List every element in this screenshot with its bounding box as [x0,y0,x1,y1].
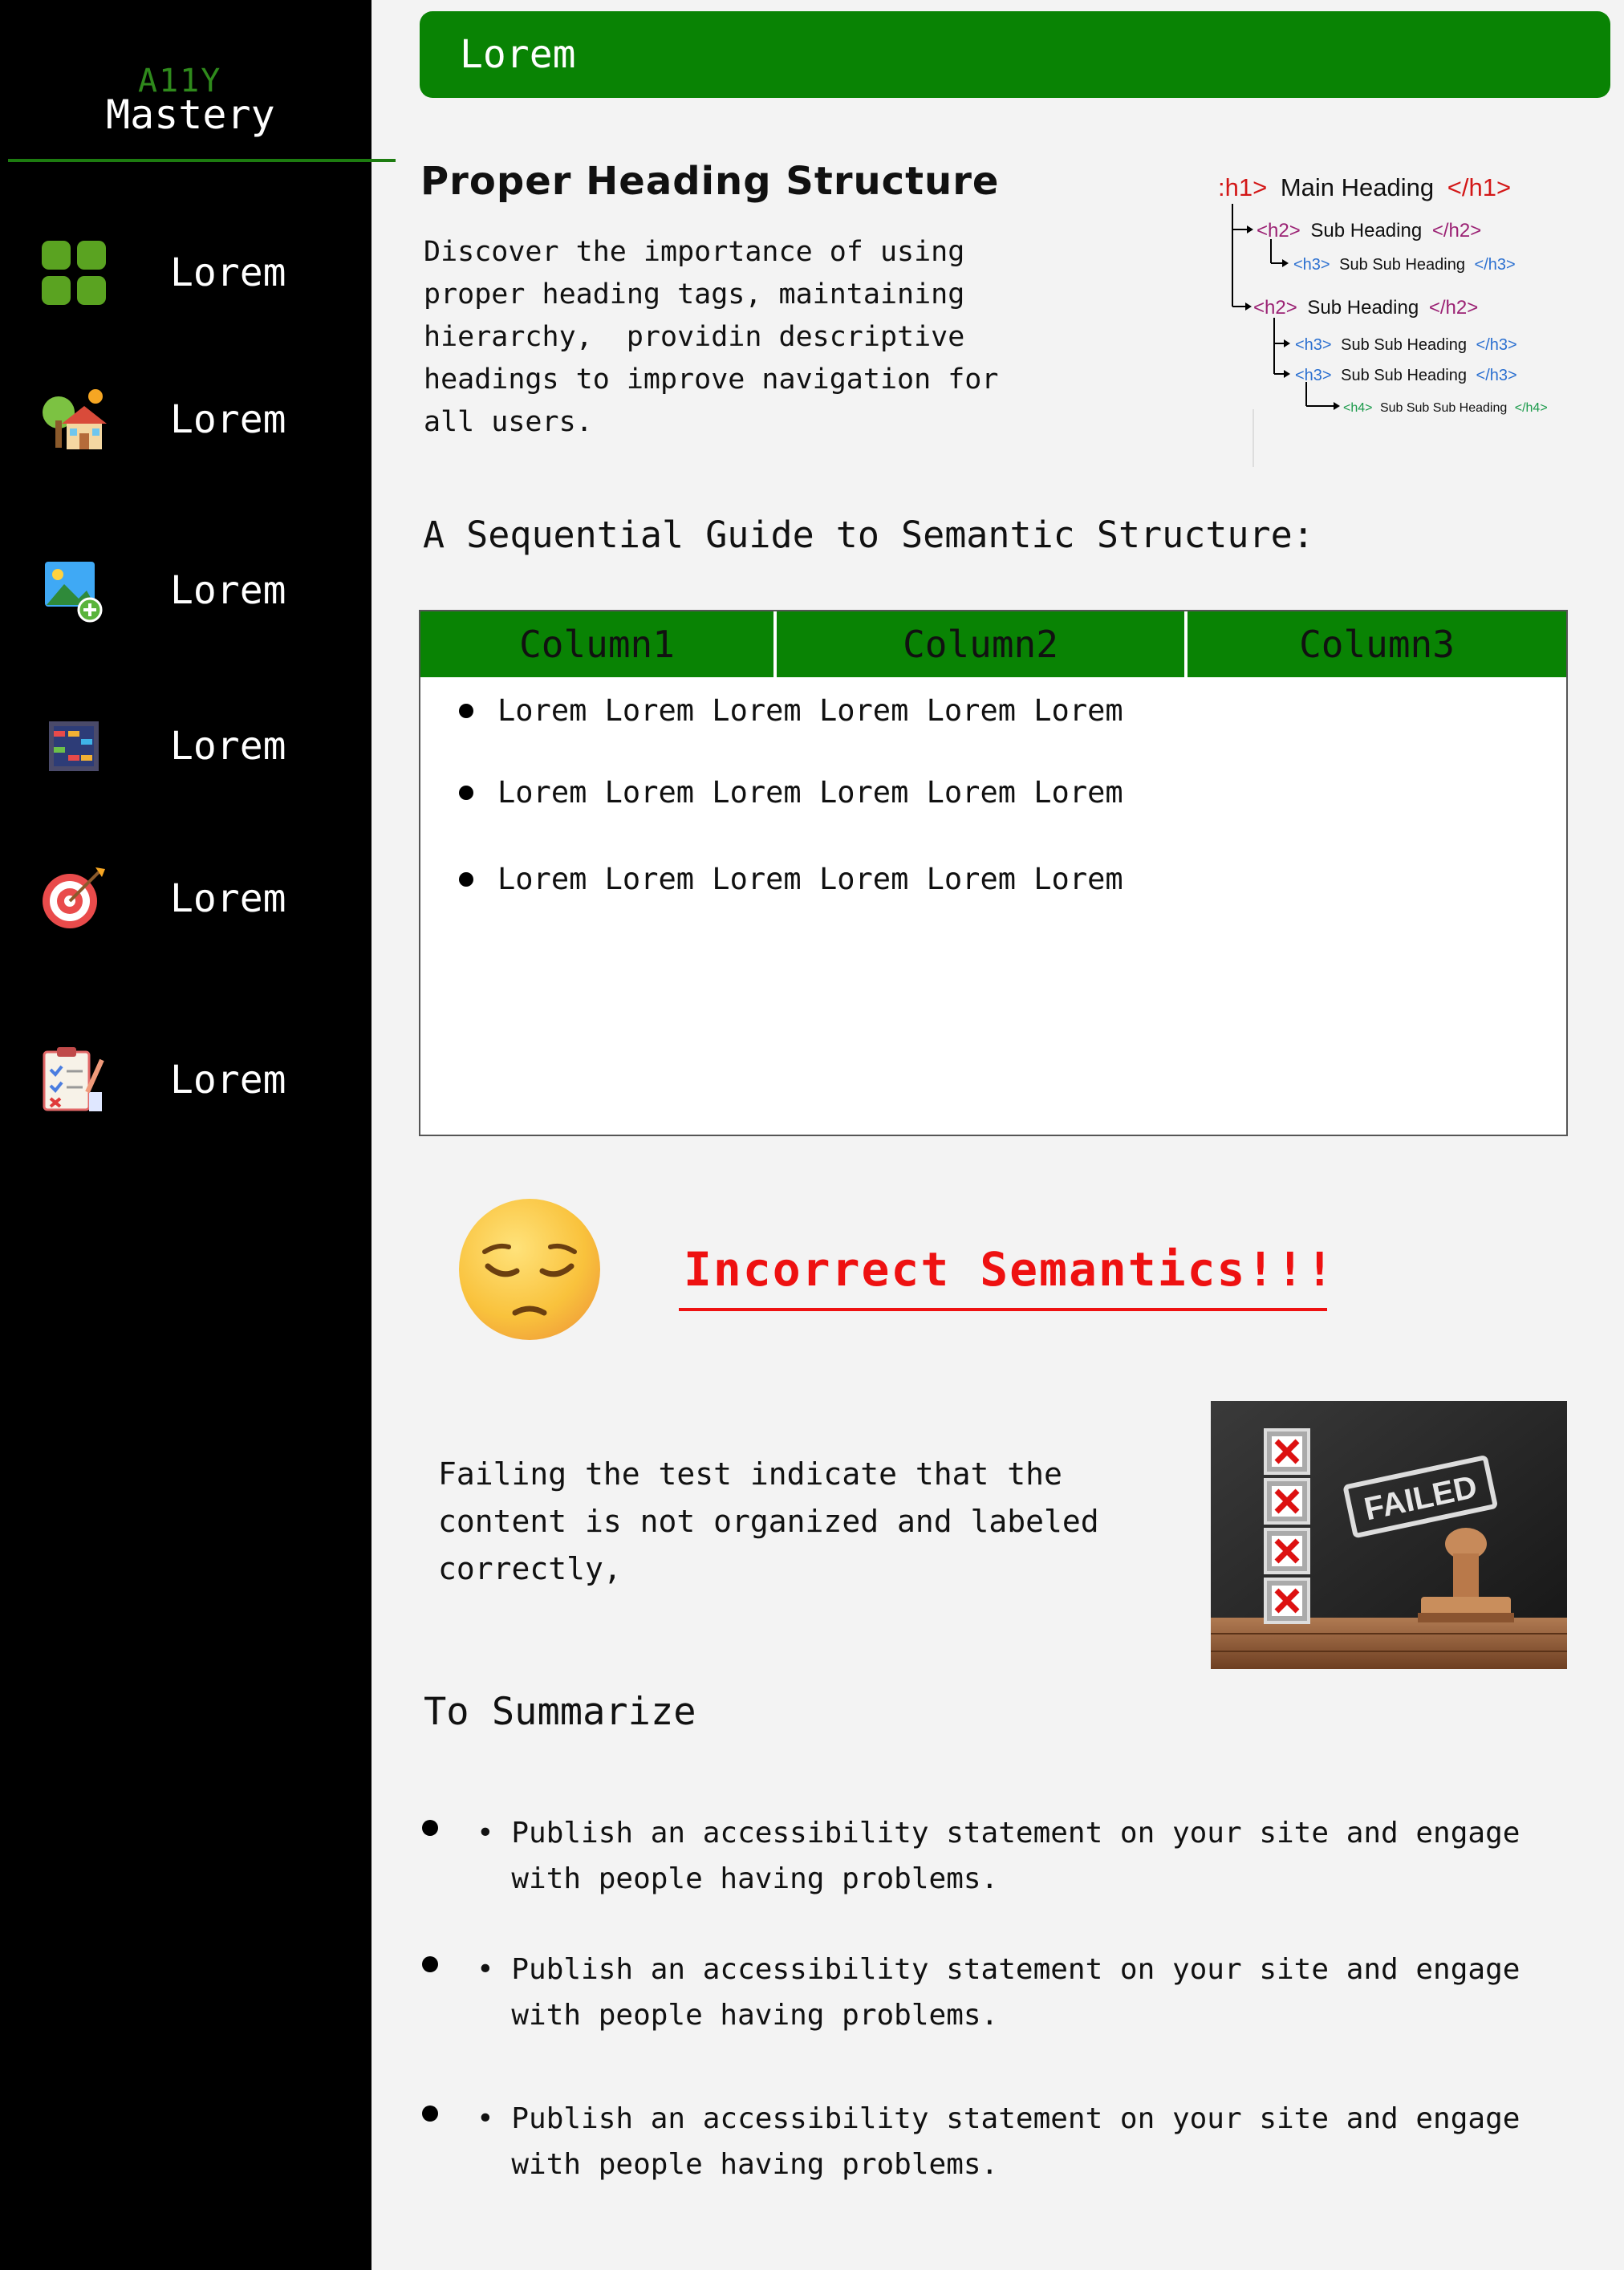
sidebar-item-label: Lorem [170,397,286,442]
summary-item-text: • Publish an accessibility statement on … [477,1817,1520,1895]
failed-stamp-image: FAILED [1211,1401,1567,1669]
brand-divider [8,159,396,162]
sidebar-item-label: Lorem [170,1058,286,1103]
heading-structure-diagram: :h1> Main Heading </h1> <h2> Sub Heading… [1218,169,1587,473]
house-icon [39,384,109,455]
table-cell: Lorem Lorem Lorem Lorem Lorem Lorem [497,862,1123,896]
incorrect-semantics-title: Incorrect Semantics!!! [684,1242,1336,1297]
h2b-close-tag: </h2> [1429,297,1478,319]
incorrect-underline [679,1308,1327,1311]
bullet-icon [422,2106,438,2122]
section-description: Discover the importance of using proper … [424,236,999,438]
header-title: Lorem [460,32,576,77]
sidebar-item-6[interactable]: Lorem [39,1040,359,1120]
h1-text: Main Heading [1281,173,1434,201]
h4-close-tag: </h4> [1515,401,1548,415]
table-row: Lorem Lorem Lorem Lorem Lorem Lorem [459,862,1123,896]
h3b-text: Sub Sub Heading [1341,336,1467,354]
svg-text:<h3> Sub Sub Heading: <h3> Sub Sub Heading </h3> [1295,367,1517,384]
abacus-icon [39,711,109,782]
pensive-face-icon [456,1196,603,1343]
target-icon [39,863,109,934]
grid-icon [39,238,109,308]
checklist-icon [39,1045,109,1115]
semantic-table: Column1 Column2 Column3 Lorem Lorem Lore… [419,610,1568,1136]
h4-text: Sub Sub Sub Heading [1380,401,1507,415]
guide-title: A Sequential Guide to Semantic Structure… [423,514,1314,556]
summary-item-text: • Publish an accessibility statement on … [477,1953,1520,2032]
section-title: Proper Heading Structure [420,159,1000,204]
table-row: Lorem Lorem Lorem Lorem Lorem Lorem [459,693,1123,728]
bullet-icon [422,1820,438,1836]
sidebar-item-label: Lorem [170,724,286,769]
bullet-icon [459,703,473,718]
summary-title: To Summarize [424,1690,696,1734]
sidebar-item-label: Lorem [170,568,286,613]
table-column-header: Column3 [1188,611,1566,677]
table-header: Column1 Column2 Column3 [420,611,1566,677]
brand-logo: A11Y Mastery [0,63,385,159]
brand-bottom-text: Mastery [106,91,275,138]
sidebar-item-5[interactable]: Lorem [39,859,359,939]
h3a-text: Sub Sub Heading [1339,256,1465,274]
table-row: Lorem Lorem Lorem Lorem Lorem Lorem [459,775,1123,810]
sidebar-item-label: Lorem [170,876,286,921]
svg-text:<h2> Sub Heading <: <h2> Sub Heading </h2> [1257,220,1481,242]
h3c-close-tag: </h3> [1476,367,1517,384]
svg-text:<h3> Sub Sub Heading: <h3> Sub Sub Heading </h3> [1295,336,1517,354]
fail-description: Failing the test indicate that the conte… [438,1456,1099,1586]
header-bar: Lorem [420,11,1610,98]
sidebar-item-3[interactable]: Lorem [39,550,359,631]
h1-open-tag: :h1> [1218,173,1267,201]
svg-text:<h4> Sub Sub Sub Heading: <h4> Sub Sub Sub Heading </h4> [1343,401,1548,415]
table-cell: Lorem Lorem Lorem Lorem Lorem Lorem [497,775,1123,810]
h3c-text: Sub Sub Heading [1341,367,1467,384]
sidebar-item-2[interactable]: Lorem [39,380,359,460]
svg-text::h1> Main Heading: :h1> Main Heading </h1> [1218,173,1511,201]
h3b-close-tag: </h3> [1476,336,1517,354]
h3b-open-tag: <h3> [1295,336,1332,354]
table-cell: Lorem Lorem Lorem Lorem Lorem Lorem [497,693,1123,728]
h3a-open-tag: <h3> [1293,256,1330,274]
table-column-header: Column1 [420,611,777,677]
h4-open-tag: <h4> [1343,401,1372,415]
sidebar: A11Y Mastery Lorem Lorem Lorem Lorem Lor… [0,0,396,2270]
h2b-text: Sub Heading [1307,297,1419,319]
table-column-header: Column2 [777,611,1188,677]
add-image-icon [39,555,109,626]
h2a-text: Sub Heading [1310,220,1422,242]
h2a-open-tag: <h2> [1257,220,1301,242]
sidebar-item-4[interactable]: Lorem [39,706,359,786]
summary-item-text: • Publish an accessibility statement on … [477,2102,1520,2181]
h1-close-tag: </h1> [1447,173,1511,201]
bullet-icon [422,1956,438,1972]
bullet-icon [459,871,473,887]
svg-text:<h2> Sub Heading <: <h2> Sub Heading </h2> [1253,297,1478,319]
h2b-open-tag: <h2> [1253,297,1297,319]
bullet-icon [459,785,473,800]
h3a-close-tag: </h3> [1475,256,1516,274]
h2a-close-tag: </h2> [1432,220,1481,242]
sidebar-item-label: Lorem [170,250,286,295]
svg-text:<h3> Sub Sub Heading: <h3> Sub Sub Heading </h3> [1293,256,1516,274]
sidebar-item-1[interactable]: Lorem [39,233,359,313]
h3c-open-tag: <h3> [1295,367,1332,384]
